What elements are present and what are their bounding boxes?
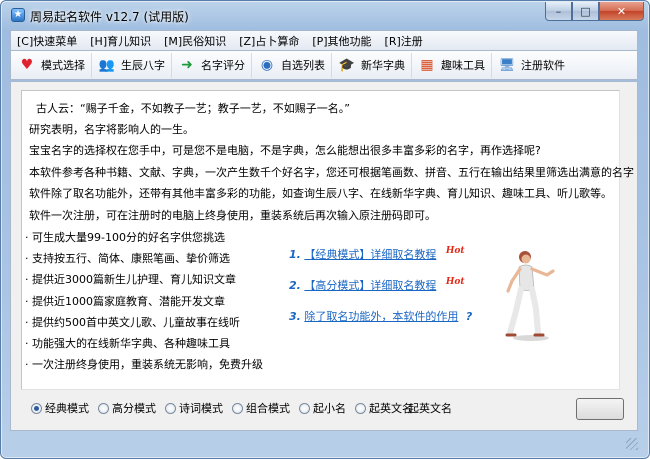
minimize-button[interactable]: – [545,2,572,21]
monitor-icon: 🖥 [498,57,516,73]
mode-radio-poetry[interactable]: 诗词模式 [165,400,223,416]
menu-divination[interactable]: [Z]占卜算命 [233,33,306,49]
mode-radio-classic[interactable]: 经典模式 [31,400,89,416]
menu-parenting[interactable]: [H]育儿知识 [84,33,158,49]
radio-dot [98,402,109,414]
intro-line: 软件除了取名功能外，还带有其他丰富多彩的功能，如查询生辰八字、在线新华字典、育儿… [29,187,612,200]
menu-quick[interactable]: [C]快速菜单 [11,33,84,49]
guide-text: 【高分模式】详细取名教程 [304,279,437,292]
mode-radio-english[interactable]: 起英文名 [355,400,413,416]
name-score-button[interactable]: ➜ 名字评分 [175,52,252,78]
mode-radio-nickname[interactable]: 起小名 [299,400,346,416]
feature-item: · 可生成大量99-100分的好名字供您挑选 [25,231,225,244]
globe-icon: ◉ [260,57,274,73]
menu-folklore[interactable]: [M]民俗知识 [158,33,233,49]
guide-number: 2. [289,279,301,292]
radio-label: 起英文名 [369,402,413,415]
toolbar-label: 注册软件 [521,59,565,72]
question-icon: ? [465,310,473,323]
guide-number: 1. [289,248,301,261]
scholar-icon: 🎓 [338,57,356,73]
intro-line: 研究表明，名字将影响人的一生。 [29,123,194,136]
birth-chart-button[interactable]: 👥 生辰八字 [95,52,172,78]
menu-bar: [C]快速菜单 [H]育儿知识 [M]民俗知识 [Z]占卜算命 [P]其他功能 … [10,30,638,51]
radio-dot [299,402,310,414]
intro-quote: 古人云：“赐子千金，不如教子一艺；教子一艺，不如赐子一名。” [36,102,350,115]
mode-radio-english-2[interactable]: 起英文名 [408,400,452,416]
feature-item: · 支持按五行、简体、康熙笔画、挚价筛选 [25,252,230,265]
toolbar-label: 生辰八字 [121,59,165,72]
guide-link-features[interactable]: 3. 除了取名功能外，本软件的作用 ? [289,308,472,324]
toolbar-label: 模式选择 [41,59,85,72]
intro-line: 宝宝名字的选择权在您手中，可是您不是电脑，不是字典，怎么能想出很多丰富多彩的名字… [29,144,541,157]
hot-badge: Hot [445,277,465,287]
feature-item: · 提供近3000篇新生儿护理、育儿知识文章 [25,273,236,286]
caption-buttons: – □ ✕ [545,2,644,22]
radio-label: 经典模式 [45,402,89,415]
menu-register[interactable]: [R]注册 [379,33,430,49]
mode-radio-highscore[interactable]: 高分模式 [98,400,156,416]
arrow-circle-icon: ➜ [181,57,193,73]
feature-item: · 提供约500首中英文儿歌、儿童故事在线听 [25,316,240,329]
custom-list-button[interactable]: ◉ 自选列表 [255,52,332,78]
guide-link-classic[interactable]: 1. 【经典模式】详细取名教程 Hot [289,246,465,262]
feature-item: · 功能强大的在线新华字典、各种趣味工具 [25,337,230,350]
radio-dot [165,402,176,414]
close-button[interactable]: ✕ [599,2,644,21]
app-window: ★ 周易起名软件 v12.7 (试用版) – □ ✕ [C]快速菜单 [H]育儿… [0,0,650,459]
toolbar: ♥ 模式选择 👥 生辰八字 ➜ 名字评分 ◉ 自选列表 🎓 新华字典 ▦ 趣味工… [10,51,638,80]
radio-label: 组合模式 [246,402,290,415]
heart-icon: ♥ [20,57,34,73]
radio-dot [31,402,42,414]
radio-label: 起小名 [313,402,346,415]
toolbar-label: 名字评分 [201,59,245,72]
title-bar[interactable]: ★ 周易起名软件 v12.7 (试用版) – □ ✕ [1,1,649,29]
radio-dot [232,402,243,414]
guide-text: 【经典模式】详细取名教程 [304,248,437,261]
toolbar-label: 趣味工具 [441,59,485,72]
mode-radio-group: 经典模式 高分模式 诗词模式 组合模式 起小名 起英文名 起英文名 [31,397,481,419]
fun-tools-button[interactable]: ▦ 趣味工具 [415,52,492,78]
dancer-illustration [505,251,555,341]
maximize-button[interactable]: □ [572,2,599,21]
start-button[interactable] [576,398,624,420]
status-bar [10,432,638,450]
mode-select-button[interactable]: ♥ 模式选择 [15,52,92,78]
radio-dot [355,402,366,414]
radio-label: 高分模式 [112,402,156,415]
mode-radio-combo[interactable]: 组合模式 [232,400,290,416]
blank-area [266,335,454,363]
people-icon: 👥 [98,57,116,73]
radio-label: 诗词模式 [179,402,223,415]
window-title: 周易起名软件 v12.7 (试用版) [30,10,189,24]
toolbar-label: 自选列表 [281,59,325,72]
menu-other[interactable]: [P]其他功能 [306,33,378,49]
register-software-button[interactable]: 🖥 注册软件 [495,53,571,78]
toolbar-label: 新华字典 [361,59,405,72]
guide-text: 除了取名功能外，本软件的作用 [304,310,459,323]
guide-number: 3. [289,310,301,323]
intro-line: 软件一次注册，可在注册时的电脑上终身使用，重装系统后再次输入原注册码即可。 [29,209,436,222]
app-logo-icon: ★ [11,8,25,22]
windows-icon: ▦ [420,57,434,73]
guide-link-highscore[interactable]: 2. 【高分模式】详细取名教程 Hot [289,277,465,293]
radio-label: 起英文名 [408,402,452,415]
feature-item: · 提供近1000篇家庭教育、潜能开发文章 [25,295,225,308]
dictionary-button[interactable]: 🎓 新华字典 [335,52,412,78]
intro-line: 本软件参考各种书籍、文献、字典，一次产生数千个好名字，您还可根据笔画数、拼音、五… [29,166,634,179]
hot-badge: Hot [445,246,465,256]
resize-grip[interactable] [626,438,638,450]
feature-item: · 一次注册终身使用，重装系统无影响，免费升级 [25,358,263,371]
